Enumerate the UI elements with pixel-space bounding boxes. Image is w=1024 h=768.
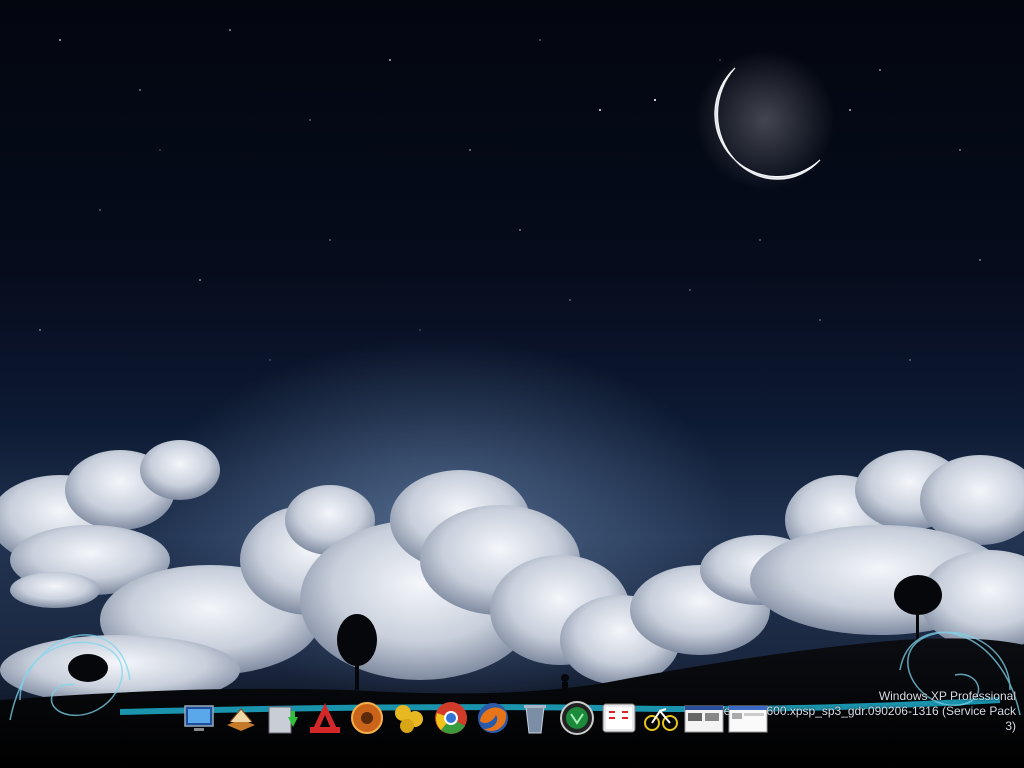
autocad-icon[interactable] xyxy=(306,699,344,737)
bicycle-app-icon[interactable] xyxy=(642,699,680,737)
window-thumbnail-2-icon[interactable] xyxy=(728,699,768,737)
stars xyxy=(39,29,981,361)
night-sky-wallpaper xyxy=(0,29,1024,768)
tools-gear-icon[interactable] xyxy=(348,699,386,737)
recycle-bin-icon[interactable] xyxy=(516,699,554,737)
desktop-wallpaper[interactable]: Windows XP Professional Version 2600.xps… xyxy=(0,0,1024,768)
dictionary-book-icon[interactable] xyxy=(222,699,260,737)
download-folder-icon[interactable] xyxy=(264,699,302,737)
yellow-balls-app-icon[interactable] xyxy=(390,699,428,737)
firefox-icon[interactable] xyxy=(474,699,512,737)
chrome-icon[interactable] xyxy=(432,699,470,737)
my-computer-icon[interactable] xyxy=(180,699,218,737)
calendar-clock-icon[interactable] xyxy=(600,699,638,737)
green-orb-app-icon[interactable] xyxy=(558,699,596,737)
window-thumbnail-1-icon[interactable] xyxy=(684,699,724,737)
app-dock xyxy=(180,694,850,742)
